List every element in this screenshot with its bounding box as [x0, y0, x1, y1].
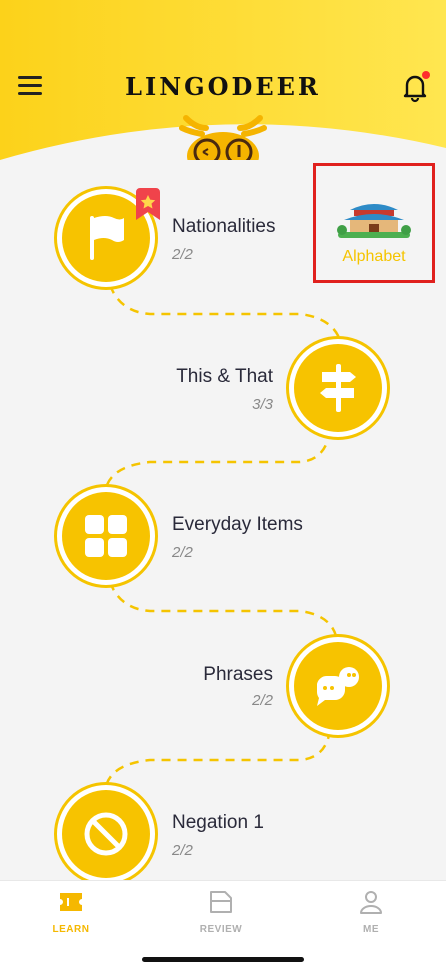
notification-badge — [422, 71, 430, 79]
unit-title: Negation 1 — [172, 812, 264, 833]
tab-me[interactable]: ME — [316, 889, 426, 935]
temple-icon — [337, 204, 411, 238]
tab-label: ME — [363, 924, 379, 935]
unit-progress: 2/2 — [172, 842, 193, 859]
deer-mascot-icon — [179, 115, 267, 160]
alphabet-label: Alphabet — [342, 248, 406, 265]
unit-title: Nationalities — [172, 216, 276, 237]
unit-this-that-button[interactable] — [286, 336, 390, 440]
tab-learn[interactable]: LEARN — [16, 889, 126, 935]
bookmark-star-icon — [136, 188, 160, 220]
tab-label: REVIEW — [199, 924, 243, 935]
chat-bubbles-icon — [317, 667, 359, 706]
unit-phrases-button[interactable] — [286, 634, 390, 738]
flag-icon — [90, 216, 124, 260]
home-indicator[interactable] — [142, 957, 304, 962]
folder-icon — [210, 891, 232, 913]
unit-progress: 2/2 — [252, 692, 273, 709]
alphabet-button[interactable]: Alphabet — [313, 163, 435, 283]
app-logo: LINGODEER — [125, 72, 321, 101]
unit-progress: 2/2 — [172, 246, 193, 263]
unit-everyday-items-button[interactable] — [54, 484, 158, 588]
tab-review[interactable]: REVIEW — [166, 889, 276, 935]
unit-title: Phrases — [203, 664, 273, 685]
signpost-icon — [320, 364, 356, 412]
unit-title: Everyday Items — [172, 514, 303, 535]
unit-progress: 2/2 — [172, 544, 193, 561]
app-header: LINGODEER — [0, 0, 446, 160]
tab-label: LEARN — [52, 924, 90, 935]
unit-negation-1-button[interactable] — [54, 782, 158, 886]
bottom-tab-bar: LEARN REVIEW ME — [0, 880, 446, 966]
person-icon — [360, 891, 382, 914]
unit-title: This & That — [176, 366, 273, 387]
grid-icon — [85, 515, 127, 557]
prohibited-icon — [84, 812, 128, 856]
unit-progress: 3/3 — [252, 396, 273, 413]
ticket-icon — [60, 893, 82, 911]
notification-bell-icon[interactable] — [398, 70, 432, 104]
